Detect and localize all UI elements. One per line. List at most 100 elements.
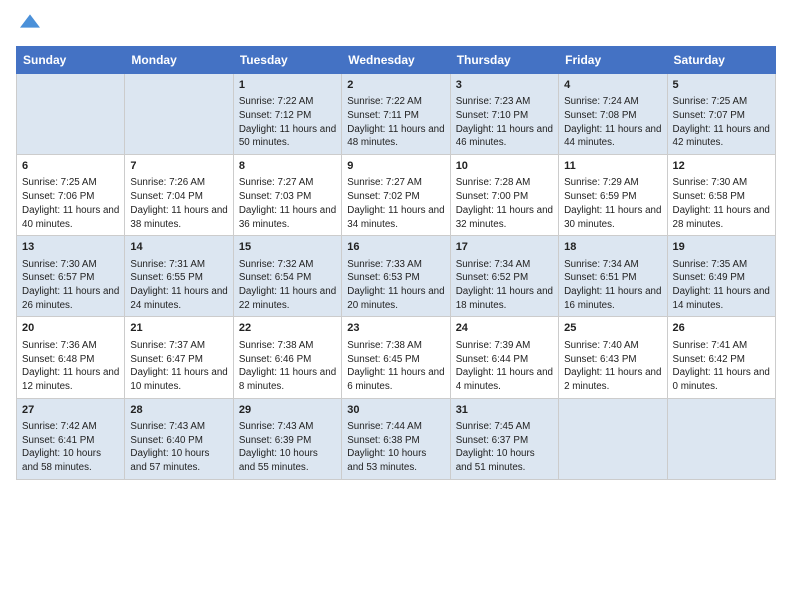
day-number: 18 [564, 240, 661, 255]
day-info: Sunrise: 7:41 AM Sunset: 6:42 PM Dayligh… [673, 339, 770, 394]
day-info: Sunrise: 7:29 AM Sunset: 6:59 PM Dayligh… [564, 176, 661, 231]
day-number: 7 [130, 159, 227, 174]
header-monday: Monday [125, 46, 233, 73]
week-row-4: 20 Sunrise: 7:36 AM Sunset: 6:48 PM Dayli… [17, 317, 776, 398]
day-info: Sunrise: 7:43 AM Sunset: 6:39 PM Dayligh… [239, 420, 336, 475]
day-number: 9 [347, 159, 444, 174]
calendar-cell: 6 Sunrise: 7:25 AM Sunset: 7:06 PM Daylig… [17, 155, 125, 236]
week-row-3: 13 Sunrise: 7:30 AM Sunset: 6:57 PM Dayli… [17, 236, 776, 317]
calendar-cell: 7 Sunrise: 7:26 AM Sunset: 7:04 PM Daylig… [125, 155, 233, 236]
day-info: Sunrise: 7:22 AM Sunset: 7:12 PM Dayligh… [239, 95, 336, 150]
day-info: Sunrise: 7:44 AM Sunset: 6:38 PM Dayligh… [347, 420, 444, 475]
calendar-cell: 9Sunrise: 7:27 AM Sunset: 7:02 PM Daylig… [342, 155, 450, 236]
calendar-cell [17, 73, 125, 154]
day-info: Sunrise: 7:27 AM Sunset: 7:03 PM Dayligh… [239, 176, 336, 231]
day-number: 21 [130, 321, 227, 336]
week-row-5: 27Sunrise: 7:42 AM Sunset: 6:41 PM Dayli… [17, 398, 776, 479]
day-number: 6 [22, 159, 119, 174]
calendar-cell: 24 Sunrise: 7:39 AM Sunset: 6:44 PM Dayli… [450, 317, 558, 398]
day-number: 2 [347, 78, 444, 93]
calendar-cell: 15 Sunrise: 7:32 AM Sunset: 6:54 PM Dayli… [233, 236, 341, 317]
day-info: Sunrise: 7:38 AM Sunset: 6:46 PM Dayligh… [239, 339, 336, 394]
calendar-cell [667, 398, 775, 479]
calendar-cell: 12Sunrise: 7:30 AM Sunset: 6:58 PM Dayli… [667, 155, 775, 236]
day-info: Sunrise: 7:38 AM Sunset: 6:45 PM Dayligh… [347, 339, 444, 394]
day-number: 22 [239, 321, 336, 336]
day-number: 31 [456, 403, 553, 418]
day-number: 20 [22, 321, 119, 336]
header-wednesday: Wednesday [342, 46, 450, 73]
day-info: Sunrise: 7:30 AM Sunset: 6:58 PM Dayligh… [673, 176, 770, 231]
calendar-header-row: SundayMondayTuesdayWednesdayThursdayFrid… [17, 46, 776, 73]
day-info: Sunrise: 7:34 AM Sunset: 6:52 PM Dayligh… [456, 258, 553, 313]
calendar-cell: 25 Sunrise: 7:40 AM Sunset: 6:43 PM Dayli… [559, 317, 667, 398]
calendar-cell: 19 Sunrise: 7:35 AM Sunset: 6:49 PM Dayli… [667, 236, 775, 317]
calendar-cell: 16 Sunrise: 7:33 AM Sunset: 6:53 PM Dayli… [342, 236, 450, 317]
day-info: Sunrise: 7:23 AM Sunset: 7:10 PM Dayligh… [456, 95, 553, 150]
day-number: 28 [130, 403, 227, 418]
calendar-cell: 31 Sunrise: 7:45 AM Sunset: 6:37 PM Dayli… [450, 398, 558, 479]
day-number: 14 [130, 240, 227, 255]
day-number: 16 [347, 240, 444, 255]
calendar-cell: 30 Sunrise: 7:44 AM Sunset: 6:38 PM Dayli… [342, 398, 450, 479]
calendar-cell: 18 Sunrise: 7:34 AM Sunset: 6:51 PM Dayli… [559, 236, 667, 317]
day-info: Sunrise: 7:25 AM Sunset: 7:07 PM Dayligh… [673, 95, 770, 150]
calendar-cell: 28 Sunrise: 7:43 AM Sunset: 6:40 PM Dayli… [125, 398, 233, 479]
day-number: 5 [673, 78, 770, 93]
day-info: Sunrise: 7:22 AM Sunset: 7:11 PM Dayligh… [347, 95, 444, 150]
calendar-cell [559, 398, 667, 479]
day-number: 11 [564, 159, 661, 174]
day-info: Sunrise: 7:25 AM Sunset: 7:06 PM Dayligh… [22, 176, 119, 231]
header-tuesday: Tuesday [233, 46, 341, 73]
day-info: Sunrise: 7:24 AM Sunset: 7:08 PM Dayligh… [564, 95, 661, 150]
day-number: 17 [456, 240, 553, 255]
day-info: Sunrise: 7:31 AM Sunset: 6:55 PM Dayligh… [130, 258, 227, 313]
day-info: Sunrise: 7:28 AM Sunset: 7:00 PM Dayligh… [456, 176, 553, 231]
day-number: 19 [673, 240, 770, 255]
day-number: 25 [564, 321, 661, 336]
calendar-cell: 3Sunrise: 7:23 AM Sunset: 7:10 PM Daylig… [450, 73, 558, 154]
day-number: 27 [22, 403, 119, 418]
day-info: Sunrise: 7:43 AM Sunset: 6:40 PM Dayligh… [130, 420, 227, 475]
calendar-cell: 17 Sunrise: 7:34 AM Sunset: 6:52 PM Dayli… [450, 236, 558, 317]
day-info: Sunrise: 7:30 AM Sunset: 6:57 PM Dayligh… [22, 258, 119, 313]
calendar-table: SundayMondayTuesdayWednesdayThursdayFrid… [16, 46, 776, 480]
page-header [16, 16, 776, 36]
day-number: 26 [673, 321, 770, 336]
calendar-cell: 21 Sunrise: 7:37 AM Sunset: 6:47 PM Dayli… [125, 317, 233, 398]
calendar-cell: 11 Sunrise: 7:29 AM Sunset: 6:59 PM Dayli… [559, 155, 667, 236]
header-saturday: Saturday [667, 46, 775, 73]
calendar-cell: 10Sunrise: 7:28 AM Sunset: 7:00 PM Dayli… [450, 155, 558, 236]
day-number: 4 [564, 78, 661, 93]
day-info: Sunrise: 7:40 AM Sunset: 6:43 PM Dayligh… [564, 339, 661, 394]
day-info: Sunrise: 7:39 AM Sunset: 6:44 PM Dayligh… [456, 339, 553, 394]
calendar-cell: 2 Sunrise: 7:22 AM Sunset: 7:11 PM Daylig… [342, 73, 450, 154]
day-number: 15 [239, 240, 336, 255]
day-info: Sunrise: 7:34 AM Sunset: 6:51 PM Dayligh… [564, 258, 661, 313]
day-number: 13 [22, 240, 119, 255]
day-info: Sunrise: 7:33 AM Sunset: 6:53 PM Dayligh… [347, 258, 444, 313]
day-number: 30 [347, 403, 444, 418]
day-info: Sunrise: 7:37 AM Sunset: 6:47 PM Dayligh… [130, 339, 227, 394]
calendar-cell: 22 Sunrise: 7:38 AM Sunset: 6:46 PM Dayli… [233, 317, 341, 398]
calendar-cell: 5 Sunrise: 7:25 AM Sunset: 7:07 PM Daylig… [667, 73, 775, 154]
day-info: Sunrise: 7:36 AM Sunset: 6:48 PM Dayligh… [22, 339, 119, 394]
day-number: 23 [347, 321, 444, 336]
calendar-cell: 26 Sunrise: 7:41 AM Sunset: 6:42 PM Dayli… [667, 317, 775, 398]
week-row-2: 6 Sunrise: 7:25 AM Sunset: 7:06 PM Daylig… [17, 155, 776, 236]
calendar-cell: 29Sunrise: 7:43 AM Sunset: 6:39 PM Dayli… [233, 398, 341, 479]
calendar-cell: 13 Sunrise: 7:30 AM Sunset: 6:57 PM Dayli… [17, 236, 125, 317]
day-info: Sunrise: 7:26 AM Sunset: 7:04 PM Dayligh… [130, 176, 227, 231]
header-thursday: Thursday [450, 46, 558, 73]
day-info: Sunrise: 7:35 AM Sunset: 6:49 PM Dayligh… [673, 258, 770, 313]
day-info: Sunrise: 7:32 AM Sunset: 6:54 PM Dayligh… [239, 258, 336, 313]
logo [16, 16, 40, 36]
day-number: 24 [456, 321, 553, 336]
day-number: 1 [239, 78, 336, 93]
calendar-cell: 14 Sunrise: 7:31 AM Sunset: 6:55 PM Dayli… [125, 236, 233, 317]
week-row-1: 1 Sunrise: 7:22 AM Sunset: 7:12 PM Daylig… [17, 73, 776, 154]
calendar-cell: 1 Sunrise: 7:22 AM Sunset: 7:12 PM Daylig… [233, 73, 341, 154]
day-info: Sunrise: 7:45 AM Sunset: 6:37 PM Dayligh… [456, 420, 553, 475]
header-friday: Friday [559, 46, 667, 73]
calendar-cell: 27Sunrise: 7:42 AM Sunset: 6:41 PM Dayli… [17, 398, 125, 479]
